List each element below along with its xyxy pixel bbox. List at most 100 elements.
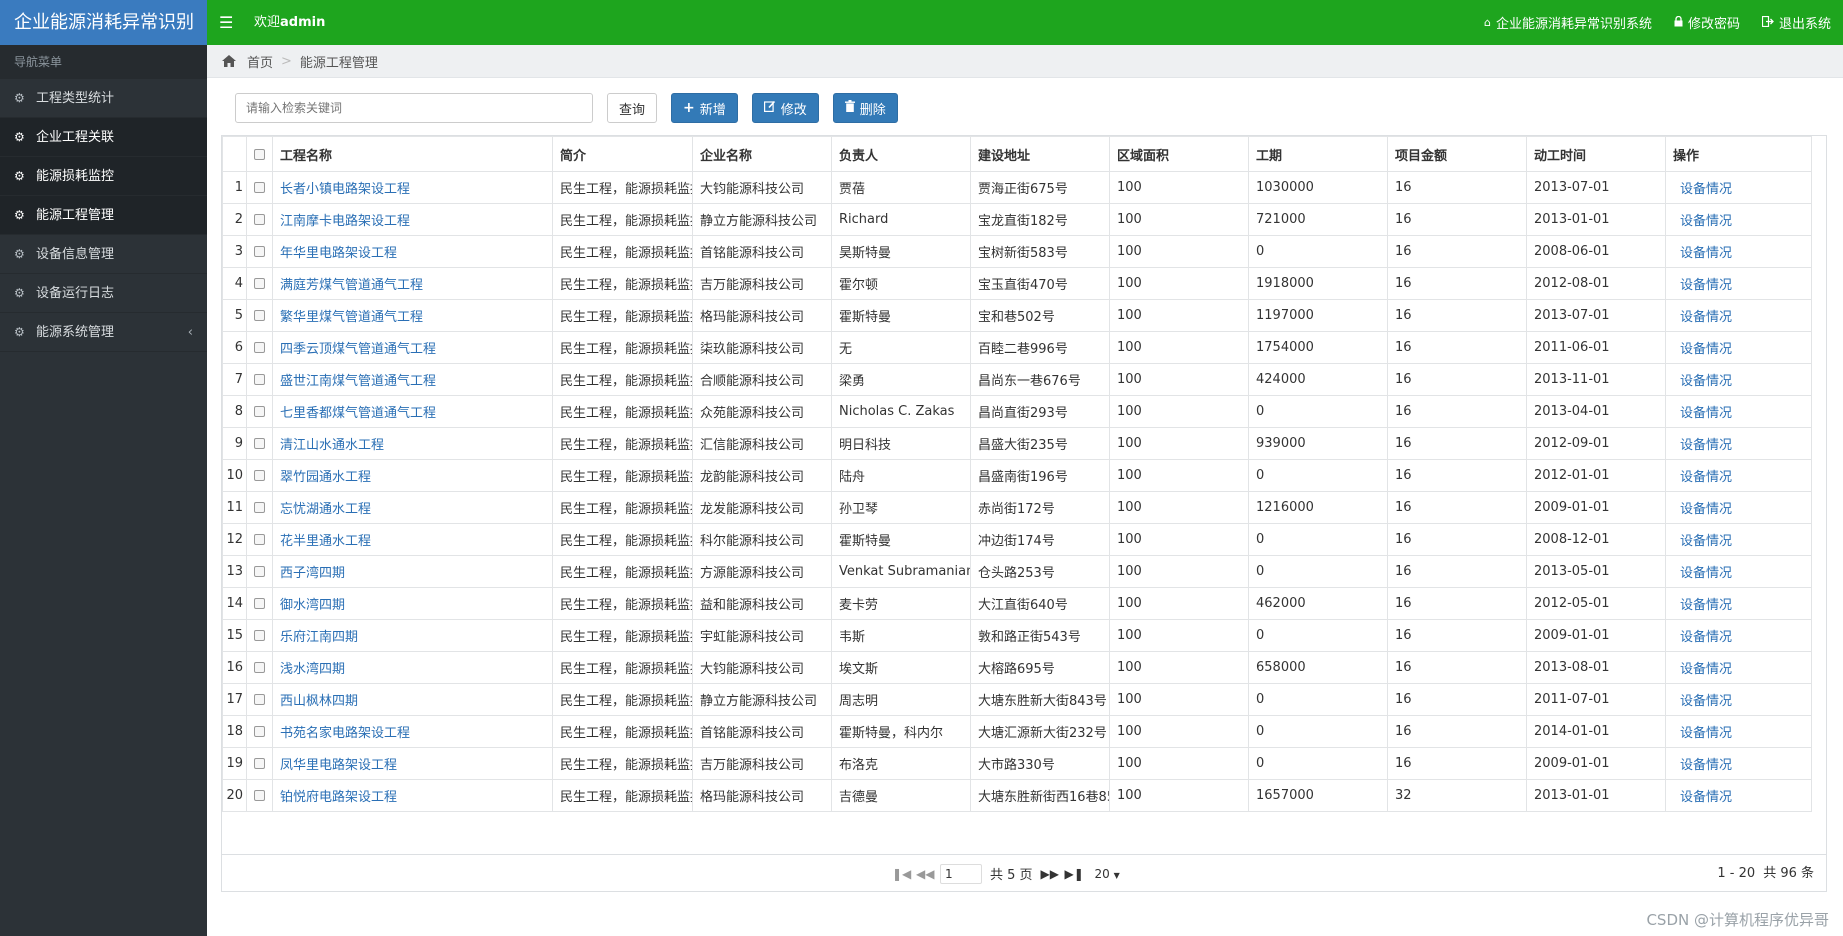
project-name-link[interactable]: 书苑名家电路架设工程 [280,726,410,741]
device-status-link[interactable]: 设备情况 [1680,278,1732,293]
project-name-link[interactable]: 七里香都煤气管道通气工程 [280,406,436,421]
table-row[interactable]: 4 满庭芳煤气管道通气工程 民生工程，能源损耗监控 吉万能源科技公司 霍尔顿 宝玉直街47… [222,267,1812,300]
column-header[interactable]: 工程名称 [272,136,553,172]
table-row[interactable]: 1 长者小镇电路架设工程 民生工程，能源损耗监控 大钧能源科技公司 贾蓓 贾海正街675号… [222,171,1812,204]
select-all-checkbox[interactable] [246,136,273,172]
device-status-link[interactable]: 设备情况 [1680,182,1732,197]
project-name-link[interactable]: 御水湾四期 [280,598,345,613]
sidebar-item-system-management[interactable]: ⚙ 能源系统管理 ‹ [0,313,207,352]
page-number-input[interactable]: 1 [940,863,982,884]
project-name-link[interactable]: 满庭芳煤气管道通气工程 [280,278,423,293]
table-row[interactable]: 17 西山枫林四期 民生工程，能源损耗监控 静立方能源科技公司 周志明 大塘东胜新大街84… [222,683,1812,716]
table-row[interactable]: 14 御水湾四期 民生工程，能源损耗监控 益和能源科技公司 麦卡劳 大江直街640号 100… [222,587,1812,620]
sidebar-item-device-log[interactable]: ⚙ 设备运行日志 [0,274,207,313]
column-header[interactable]: 负责人 [831,136,971,172]
project-name-link[interactable]: 江南摩卡电路架设工程 [280,214,410,229]
table-row[interactable]: 5 繁华里煤气管道通气工程 民生工程，能源损耗监控 格玛能源科技公司 霍斯特曼 宝和巷50… [222,299,1812,332]
project-name-link[interactable]: 西子湾四期 [280,566,345,581]
change-password-link[interactable]: 修改密码 [1674,13,1740,32]
row-checkbox[interactable] [246,427,273,460]
device-status-link[interactable]: 设备情况 [1680,246,1732,261]
table-row[interactable]: 11 忘忧湖通水工程 民生工程，能源损耗监控 龙发能源科技公司 孙卫琴 赤尚街172号 10… [222,491,1812,524]
project-name-link[interactable]: 长者小镇电路架设工程 [280,182,410,197]
table-row[interactable]: 12 花半里通水工程 民生工程，能源损耗监控 科尔能源科技公司 霍斯特曼 冲边街174号 1… [222,523,1812,556]
table-row[interactable]: 20 铂悦府电路架设工程 民生工程，能源损耗监控 格玛能源科技公司 吉德曼 大塘东胜新街西… [222,779,1812,812]
hamburger-icon[interactable]: ☰ [219,0,233,45]
row-checkbox[interactable] [246,395,273,428]
project-name-link[interactable]: 年华里电路架设工程 [280,246,397,261]
table-row[interactable]: 7 盛世江南煤气管道通气工程 民生工程，能源损耗监控 合顺能源科技公司 梁勇 昌尚东一巷6… [222,363,1812,396]
device-status-link[interactable]: 设备情况 [1680,726,1732,741]
table-row[interactable]: 9 清江山水通水工程 民生工程，能源损耗监控 汇信能源科技公司 明日科技 昌盛大街235号… [222,427,1812,460]
row-checkbox[interactable] [246,235,273,268]
row-checkbox[interactable] [246,491,273,524]
column-header[interactable]: 企业名称 [692,136,832,172]
sidebar-item-energy-loss-monitor[interactable]: ⚙ 能源损耗监控 [0,157,207,196]
device-status-link[interactable]: 设备情况 [1680,470,1732,485]
column-header[interactable]: 项目金额 [1387,136,1527,172]
project-name-link[interactable]: 四季云顶煤气管道通气工程 [280,342,436,357]
device-status-link[interactable]: 设备情况 [1680,790,1732,805]
column-header[interactable]: 动工时间 [1526,136,1666,172]
project-name-link[interactable]: 西山枫林四期 [280,694,358,709]
project-name-link[interactable]: 花半里通水工程 [280,534,371,549]
device-status-link[interactable]: 设备情况 [1680,502,1732,517]
add-button[interactable]: + 新增 [671,93,738,123]
search-input[interactable] [235,93,593,123]
delete-button[interactable]: 删除 [832,93,898,123]
project-name-link[interactable]: 忘忧湖通水工程 [280,502,371,517]
first-page-icon[interactable]: ❚◀ [892,867,911,881]
column-header[interactable]: 工期 [1248,136,1388,172]
row-checkbox[interactable] [246,171,273,204]
table-row[interactable]: 15 乐府江南四期 民生工程，能源损耗监控 宇虹能源科技公司 韦斯 敦和路正街543号 10… [222,619,1812,652]
sidebar-item-device-info[interactable]: ⚙ 设备信息管理 [0,235,207,274]
device-status-link[interactable]: 设备情况 [1680,566,1732,581]
column-header[interactable]: 区域面积 [1109,136,1249,172]
logout-link[interactable]: 退出系统 [1761,13,1831,32]
table-row[interactable]: 13 西子湾四期 民生工程，能源损耗监控 方源能源科技公司 Venkat Subrama… [222,555,1812,588]
query-button[interactable]: 查询 [607,93,658,123]
row-checkbox[interactable] [246,747,273,780]
breadcrumb-home[interactable]: 首页 [247,52,273,71]
device-status-link[interactable]: 设备情况 [1680,534,1732,549]
table-row[interactable]: 16 浅水湾四期 民生工程，能源损耗监控 大钧能源科技公司 埃文斯 大榕路695号 100 6… [222,651,1812,684]
row-checkbox[interactable] [246,555,273,588]
project-name-link[interactable]: 乐府江南四期 [280,630,358,645]
row-checkbox[interactable] [246,683,273,716]
row-checkbox[interactable] [246,779,273,812]
table-row[interactable]: 8 七里香都煤气管道通气工程 民生工程，能源损耗监控 众苑能源科技公司 Nicholas… [222,395,1812,428]
row-checkbox[interactable] [246,459,273,492]
row-checkbox[interactable] [246,203,273,236]
project-name-link[interactable]: 清江山水通水工程 [280,438,384,453]
sidebar-item-project-type-stats[interactable]: ⚙ 工程类型统计 [0,79,207,118]
next-page-icon[interactable]: ▶▶ [1041,867,1059,881]
table-row[interactable]: 10 翠竹园通水工程 民生工程，能源损耗监控 龙韵能源科技公司 陆舟 昌盛南街196号 10… [222,459,1812,492]
row-checkbox[interactable] [246,715,273,748]
device-status-link[interactable]: 设备情况 [1680,374,1732,389]
table-row[interactable]: 3 年华里电路架设工程 民生工程，能源损耗监控 首铭能源科技公司 昊斯特曼 宝树新街583… [222,235,1812,268]
system-home-link[interactable]: ⌂ 企业能源消耗异常识别系统 [1484,13,1652,32]
table-row[interactable]: 19 凤华里电路架设工程 民生工程，能源损耗监控 吉万能源科技公司 布洛克 大市路330号… [222,747,1812,780]
page-size-select[interactable]: 20 ▼ [1095,867,1120,881]
row-checkbox[interactable] [246,299,273,332]
column-header[interactable]: 简介 [552,136,693,172]
row-checkbox[interactable] [246,363,273,396]
device-status-link[interactable]: 设备情况 [1680,694,1732,709]
device-status-link[interactable]: 设备情况 [1680,214,1732,229]
sidebar-item-energy-project-management[interactable]: ⚙ 能源工程管理 [0,196,207,235]
device-status-link[interactable]: 设备情况 [1680,598,1732,613]
device-status-link[interactable]: 设备情况 [1680,758,1732,773]
project-name-link[interactable]: 繁华里煤气管道通气工程 [280,310,423,325]
project-name-link[interactable]: 盛世江南煤气管道通气工程 [280,374,436,389]
row-checkbox[interactable] [246,267,273,300]
previous-page-icon[interactable]: ◀◀ [916,867,934,881]
table-row[interactable]: 2 江南摩卡电路架设工程 民生工程，能源损耗监控 静立方能源科技公司 Richard 宝龙… [222,203,1812,236]
edit-button[interactable]: 修改 [751,93,819,123]
column-header[interactable]: 操作 [1665,136,1812,172]
column-header[interactable]: 建设地址 [970,136,1110,172]
device-status-link[interactable]: 设备情况 [1680,630,1732,645]
device-status-link[interactable]: 设备情况 [1680,662,1732,677]
project-name-link[interactable]: 翠竹园通水工程 [280,470,371,485]
sidebar-item-enterprise-project[interactable]: ⚙ 企业工程关联 [0,118,207,157]
table-row[interactable]: 18 书苑名家电路架设工程 民生工程，能源损耗监控 首铭能源科技公司 霍斯特曼，科内尔大… [222,715,1812,748]
